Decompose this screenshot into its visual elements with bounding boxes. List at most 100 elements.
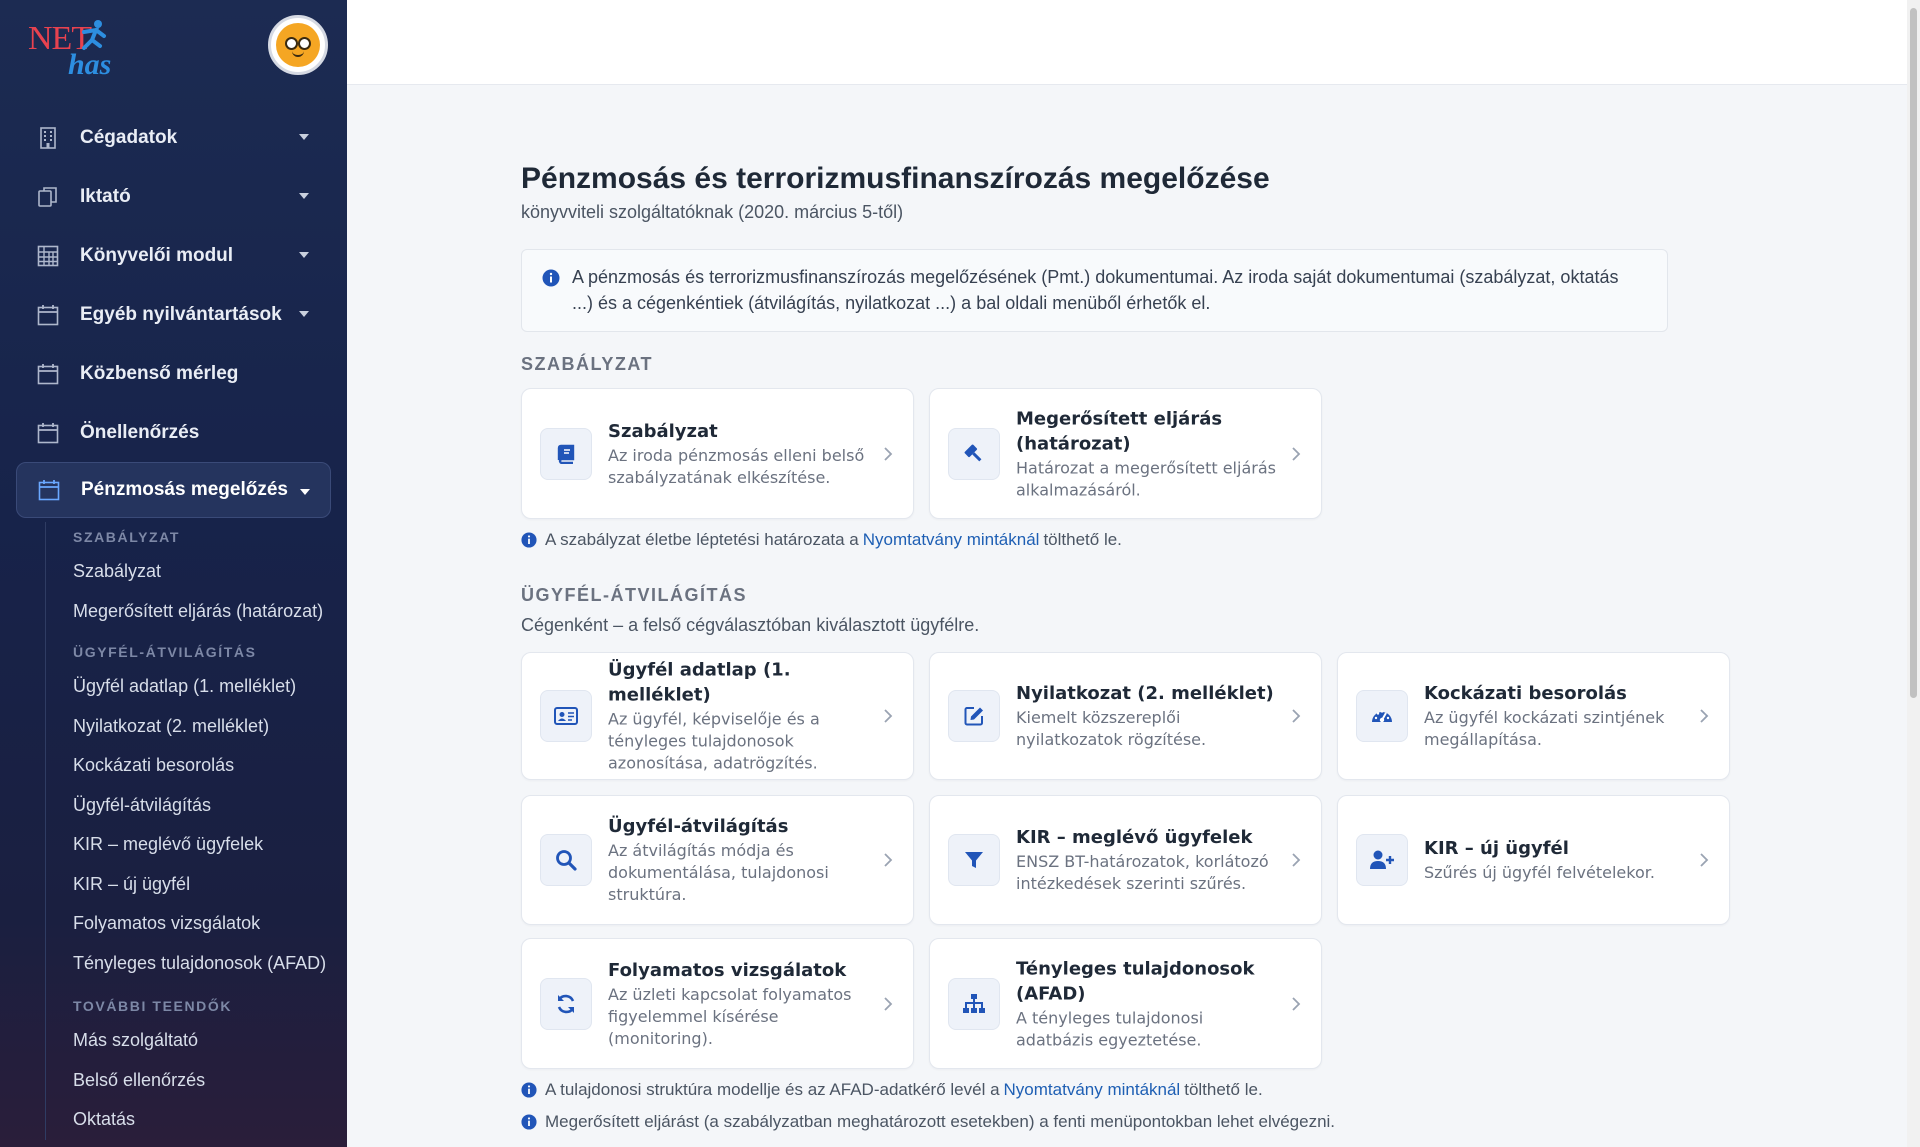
card-title: Megerősített eljárás (határozat) <box>1016 408 1223 454</box>
note-szabalyzat: A szabályzat életbe léptetési határozata… <box>521 530 1122 550</box>
card-kir-uj-ugyfel[interactable]: KIR – új ügyfél Szűrés új ügyfél felvéte… <box>1337 795 1730 925</box>
nav-item-egyeb-nyilvantartasok[interactable]: Egyéb nyilvántartások <box>0 285 347 344</box>
nav-item-iktato[interactable]: Iktató <box>0 167 347 226</box>
card-tenyleges-tulajdonosok[interactable]: Tényleges tulajdonosok (AFAD) A ténylege… <box>929 938 1322 1069</box>
nyomtatvany-mintak-link[interactable]: Nyomtatvány mintáknál <box>1004 1080 1181 1100</box>
main-content: Pénzmosás és terrorizmusfinanszírozás me… <box>347 85 1907 1147</box>
card-description: ENSZ BT-határozatok, korlátozó intézkedé… <box>1016 852 1269 893</box>
subnav-item-kir-uj[interactable]: KIR – új ügyfél <box>46 865 347 905</box>
subnav-item-ugyfel-adatlap[interactable]: Ügyfél adatlap (1. melléklet) <box>46 667 347 707</box>
info-circle-icon <box>521 532 537 548</box>
nav-item-konyveloi-modul[interactable]: Könyvelői modul <box>0 226 347 285</box>
card-kir-meglevo-ugyfelek[interactable]: KIR – meglévő ügyfelek ENSZ BT-határozat… <box>929 795 1322 925</box>
gauge-icon <box>1356 690 1408 742</box>
search-icon <box>540 834 592 886</box>
section-description: Cégenként – a felső cégválasztóban kivál… <box>521 615 980 635</box>
chevron-down-icon <box>299 311 309 317</box>
nav-item-penzmosas-megelozes[interactable]: Pénzmosás megelőzés <box>16 462 331 518</box>
card-description: A tényleges tulajdonosi adatbázis egyezt… <box>1016 1008 1204 1049</box>
page-subtitle: könyvviteli szolgáltatóknak (2020. márci… <box>521 202 904 222</box>
filter-icon <box>948 834 1000 886</box>
note-afad: A tulajdonosi struktúra modellje és az A… <box>521 1080 1263 1100</box>
info-circle-icon <box>521 1114 537 1130</box>
card-title: Szabályzat <box>608 420 718 442</box>
subnav-item-ugyfel-atvilagitas[interactable]: Ügyfél-átvilágítás <box>46 786 347 826</box>
info-circle-icon <box>542 268 560 294</box>
documents-icon <box>36 185 60 209</box>
card-ugyfel-atvilagitas[interactable]: Ügyfél-átvilágítás Az átvilágítás módja … <box>521 795 914 925</box>
card-megerositett-eljaras[interactable]: Megerősített eljárás (határozat) Határoz… <box>929 388 1322 519</box>
cat-avatar-icon <box>276 23 320 67</box>
nyomtatvany-mintak-link[interactable]: Nyomtatvány mintáknál <box>863 530 1040 550</box>
card-nyilatkozat[interactable]: Nyilatkozat (2. melléklet) Kiemelt közsz… <box>929 652 1322 780</box>
nav-item-onellenorzes[interactable]: Önellenőrzés <box>0 403 347 462</box>
user-avatar[interactable] <box>268 15 328 75</box>
chevron-down-icon <box>299 193 309 199</box>
card-description: Kiemelt közszereplői nyilatkozatok rögzí… <box>1016 708 1207 749</box>
card-description: Az iroda pénzmosás elleni belső szabályz… <box>608 445 865 487</box>
subnav-item-megerositett-eljaras[interactable]: Megerősített eljárás (határozat) <box>46 592 347 632</box>
refresh-icon <box>540 977 592 1030</box>
calendar-icon <box>36 303 60 327</box>
book-icon <box>540 427 592 480</box>
subnav-heading: ÜGYFÉL-ÁTVILÁGÍTÁS <box>73 644 257 660</box>
chevron-right-icon <box>1700 709 1709 723</box>
info-box: A pénzmosás és terrorizmusfinanszírozás … <box>521 249 1668 332</box>
card-szabalyzat[interactable]: Szabályzat Az iroda pénzmosás elleni bel… <box>521 388 914 519</box>
card-description: Szűrés új ügyfél felvételekor. <box>1424 863 1655 882</box>
chevron-down-icon <box>299 134 309 140</box>
subnav-item-belso-ellenorzes[interactable]: Belső ellenőrzés <box>46 1061 347 1101</box>
info-text-line2: ...) és a cégenkéntiek (átvilágítás, nyi… <box>572 293 1211 313</box>
subnav-item-nyilatkozat[interactable]: Nyilatkozat (2. melléklet) <box>46 707 347 747</box>
card-title: Ügyfél-átvilágítás <box>608 816 789 837</box>
card-kockazati-besorolas[interactable]: Kockázati besorolás Az ügyfél kockázati … <box>1337 652 1730 780</box>
chevron-right-icon <box>1292 996 1301 1011</box>
chevron-right-icon <box>1292 709 1301 723</box>
nav-item-kozbenso-merleg[interactable]: Közbenső mérleg <box>0 344 347 403</box>
grid-table-icon <box>36 244 60 268</box>
page-title: Pénzmosás és terrorizmusfinanszírozás me… <box>521 162 1270 195</box>
building-icon <box>36 126 60 150</box>
subnav-heading: SZABÁLYZAT <box>73 529 180 545</box>
card-title: Folyamatos vizsgálatok <box>608 959 847 981</box>
card-title: Ügyfél adatlap (1. melléklet) <box>608 659 791 706</box>
chevron-right-icon <box>1292 446 1301 461</box>
penzmosas-subnav: SZABÁLYZAT Szabályzat Megerősített eljár… <box>45 522 347 1140</box>
user-plus-icon <box>1356 834 1408 886</box>
gavel-icon <box>948 427 1000 480</box>
chevron-down-icon <box>300 489 310 495</box>
subnav-heading: TOVÁBBI TEENDŐK <box>73 998 233 1014</box>
card-title: Kockázati besorolás <box>1424 683 1627 704</box>
nethas-logo[interactable]: NET has <box>28 18 123 81</box>
sidebar: NET has Cégadatok Iktató Könyvelői modul… <box>0 0 347 1147</box>
main-nav: Cégadatok Iktató Könyvelői modul Egyéb n… <box>0 108 347 518</box>
calendar-icon <box>36 421 60 445</box>
subnav-item-oktatas[interactable]: Oktatás <box>46 1100 347 1140</box>
card-title: Nyilatkozat (2. melléklet) <box>1016 683 1274 704</box>
subnav-item-szabalyzat[interactable]: Szabályzat <box>46 552 347 592</box>
scrollbar-thumb[interactable] <box>1910 8 1917 698</box>
subnav-item-mas-szolgaltato[interactable]: Más szolgáltató <box>46 1021 347 1061</box>
subnav-item-folyamatos-vizsgalatok[interactable]: Folyamatos vizsgálatok <box>46 904 347 944</box>
vertical-scrollbar[interactable] <box>1907 0 1920 1147</box>
section-title-szabalyzat: SZABÁLYZAT <box>521 354 653 374</box>
card-folyamatos-vizsgalatok[interactable]: Folyamatos vizsgálatok Az üzleti kapcsol… <box>521 938 914 1069</box>
subnav-item-kir-meglevo[interactable]: KIR – meglévő ügyfelek <box>46 825 347 865</box>
chevron-right-icon <box>884 996 893 1011</box>
note-megerositett-eljaras: Megerősített eljárást (a szabályzatban m… <box>521 1112 1335 1132</box>
chevron-right-icon <box>1292 853 1301 867</box>
chevron-right-icon <box>884 853 893 867</box>
nav-item-cegadatok[interactable]: Cégadatok <box>0 108 347 167</box>
card-title: KIR – meglévő ügyfelek <box>1016 827 1253 848</box>
card-description: Határozat a megerősített eljárás alkalma… <box>1016 458 1276 499</box>
subnav-item-tenyleges-tulajdonosok[interactable]: Tényleges tulajdonosok (AFAD) <box>46 944 347 984</box>
info-circle-icon <box>521 1082 537 1098</box>
card-title: KIR – új ügyfél <box>1424 838 1569 859</box>
calendar-icon <box>36 362 60 386</box>
section-title-ugyfel-atvilagitas: ÜGYFÉL-ÁTVILÁGÍTÁS <box>521 585 747 605</box>
id-card-icon <box>540 690 592 742</box>
card-ugyfel-adatlap[interactable]: Ügyfél adatlap (1. melléklet) Az ügyfél,… <box>521 652 914 780</box>
subnav-item-kockazati-besorolas[interactable]: Kockázati besorolás <box>46 746 347 786</box>
sidebar-header: NET has <box>0 0 347 92</box>
org-chart-icon <box>948 977 1000 1030</box>
